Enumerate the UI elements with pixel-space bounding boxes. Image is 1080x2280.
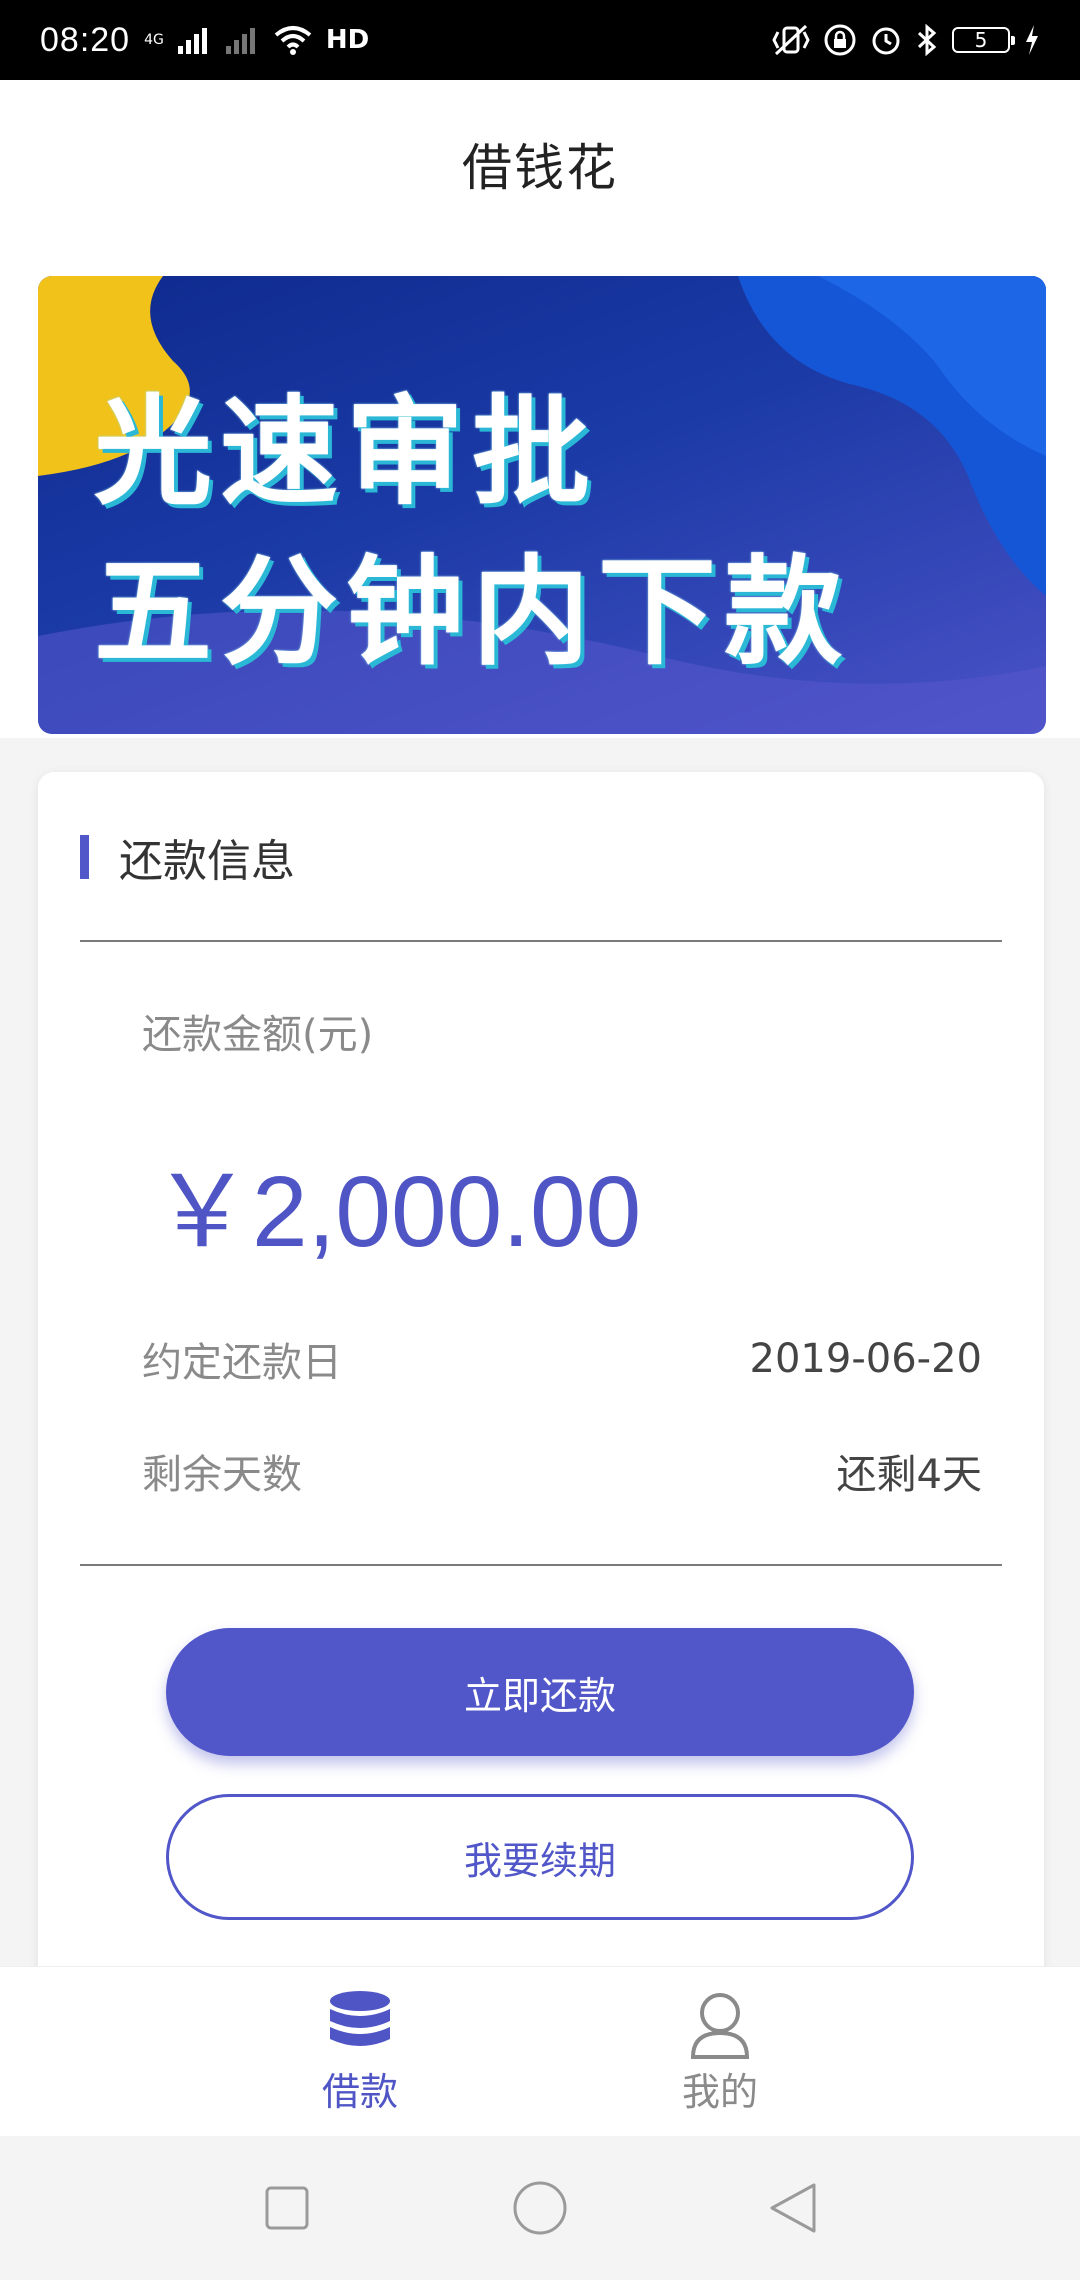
remaining-days-value: 还剩4天 <box>836 1452 982 1498</box>
network-type: 4G <box>144 32 164 48</box>
status-right: 5 <box>772 24 1040 56</box>
section-title: 还款信息 <box>119 836 295 887</box>
triangle-back-icon <box>770 2183 816 2233</box>
signal-icon <box>177 28 207 54</box>
lock-icon <box>824 24 856 56</box>
remaining-days-row: 剩余天数 还剩4天 <box>142 1442 982 1500</box>
due-date-label: 约定还款日 <box>142 1340 342 1386</box>
alarm-icon <box>872 27 900 55</box>
tab-mine[interactable]: 我的 <box>620 1967 820 2137</box>
back-button[interactable] <box>758 2173 828 2243</box>
signal-icon <box>225 28 255 54</box>
tab-label: 我的 <box>681 2069 758 2114</box>
divider <box>80 940 1002 942</box>
battery-level: 5 <box>974 28 988 52</box>
vibrate-icon <box>772 24 810 56</box>
repay-now-button[interactable]: 立即还款 <box>166 1628 914 1756</box>
amount-label: 还款金额(元) <box>142 1012 374 1058</box>
status-time: 08:20 <box>40 20 131 59</box>
promo-banner[interactable]: 光速审批 五分钟内下款 <box>38 276 1046 734</box>
page-title: 借钱花 <box>462 139 618 197</box>
circle-icon <box>513 2181 567 2235</box>
banner-headline-2: 五分钟内下款 <box>94 543 851 681</box>
repayment-amount: ￥2,000.00 <box>152 1156 642 1268</box>
home-button[interactable] <box>505 2173 575 2243</box>
app-header: 借钱花 <box>0 80 1080 249</box>
database-icon <box>330 1990 390 2046</box>
user-icon <box>690 1992 750 2059</box>
bottom-tab-bar: 借款 我的 <box>0 1966 1080 2137</box>
tab-label: 借款 <box>321 2069 398 2114</box>
repayment-card: 还款信息 还款金额(元) ￥2,000.00 约定还款日 2019-06-20 … <box>38 772 1044 2032</box>
renew-button[interactable]: 我要续期 <box>166 1794 914 1920</box>
status-left: 08:20 4G HD <box>40 21 369 60</box>
tab-loan[interactable]: 借款 <box>260 1967 460 2137</box>
due-date-value: 2019-06-20 <box>749 1336 982 1382</box>
system-nav-bar <box>0 2136 1080 2280</box>
battery-icon: 5 <box>952 27 1015 53</box>
card-header: 还款信息 <box>80 832 295 887</box>
hd-label: HD <box>325 25 370 55</box>
wifi-icon <box>274 26 312 55</box>
banner-headline-1: 光速审批 <box>94 383 599 521</box>
banner-container: 光速审批 五分钟内下款 <box>0 248 1080 738</box>
divider <box>80 1564 1002 1566</box>
charging-icon <box>1026 25 1038 55</box>
recents-button[interactable] <box>252 2173 322 2243</box>
status-bar: 08:20 4G HD 5 <box>0 0 1080 80</box>
due-date-row: 约定还款日 2019-06-20 <box>142 1330 982 1388</box>
remaining-days-label: 剩余天数 <box>142 1452 302 1498</box>
bluetooth-icon <box>917 24 937 56</box>
section-accent-bar <box>80 835 89 879</box>
square-icon <box>265 2186 309 2230</box>
